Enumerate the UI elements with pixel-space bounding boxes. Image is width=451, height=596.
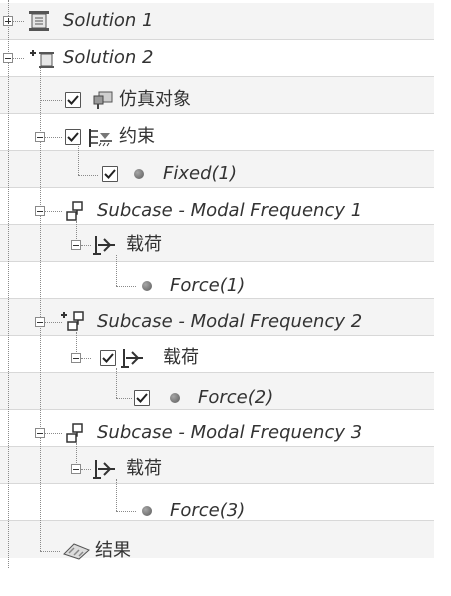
tree-connector-loads-1 <box>116 255 117 286</box>
tree-row-loads-3[interactable] <box>0 447 434 484</box>
tree-connector <box>81 245 91 246</box>
active-subcase-icon <box>61 311 84 331</box>
collapse-loads-2-toggle[interactable] <box>71 353 81 363</box>
active-solution-icon <box>30 50 54 68</box>
tree-connector <box>116 398 132 399</box>
collapse-subcase-3-toggle[interactable] <box>35 428 45 438</box>
tree-connector-loads-3 <box>116 479 117 511</box>
item-bullet-icon <box>170 393 180 403</box>
force-3-label: Force(3) <box>170 500 246 521</box>
load-container-icon <box>93 460 115 479</box>
item-bullet-icon <box>142 506 152 516</box>
subcase-2-label: Subcase - Modal Frequency 2 <box>97 311 363 332</box>
load-container-icon <box>121 349 143 368</box>
force-1-label: Force(1) <box>170 275 246 296</box>
solution-icon <box>29 11 49 31</box>
loads-1-label: 载荷 <box>126 234 162 255</box>
tree-connector-constraints <box>78 146 79 175</box>
collapse-subcase-2-toggle[interactable] <box>35 317 45 327</box>
tree-connector-loads-2 <box>116 368 117 398</box>
collapse-subcase-1-toggle[interactable] <box>35 206 45 216</box>
results-icon <box>63 543 90 560</box>
collapse-loads-3-toggle[interactable] <box>71 464 81 474</box>
tree-connector <box>45 433 62 434</box>
loads-2-label: 载荷 <box>163 347 199 368</box>
collapse-constraints-toggle[interactable] <box>35 132 45 142</box>
tree-connector <box>13 21 24 22</box>
loads-2-checkbox[interactable] <box>100 350 116 366</box>
subcase-3-label: Subcase - Modal Frequency 3 <box>97 422 363 443</box>
collapse-solution-2-toggle[interactable] <box>3 53 13 63</box>
item-bullet-icon <box>134 169 144 179</box>
collapse-loads-1-toggle[interactable] <box>71 240 81 250</box>
subcase-icon <box>66 201 83 221</box>
force-2-checkbox[interactable] <box>134 390 150 406</box>
expand-solution-1-toggle[interactable] <box>3 16 13 26</box>
tree-connector <box>45 137 62 138</box>
tree-connector <box>40 100 62 101</box>
tree-connector <box>81 358 91 359</box>
constraints-checkbox[interactable] <box>65 129 81 145</box>
tree-connector-root <box>8 0 9 568</box>
sim-object-checkbox[interactable] <box>65 92 81 108</box>
fixed-1-label: Fixed(1) <box>163 163 238 184</box>
subcase-1-label: Subcase - Modal Frequency 1 <box>97 200 363 221</box>
tree-connector <box>45 211 62 212</box>
force-2-label: Force(2) <box>198 387 274 408</box>
tree-connector <box>78 175 98 176</box>
tree-connector <box>13 58 24 59</box>
subcase-icon <box>66 423 83 443</box>
simulation-object-icon <box>93 91 113 109</box>
load-container-icon <box>93 236 115 255</box>
item-bullet-icon <box>142 281 152 291</box>
sim-object-label: 仿真对象 <box>119 89 191 110</box>
tree-connector <box>116 511 136 512</box>
tree-connector <box>81 469 91 470</box>
solution-1-label: Solution 1 <box>63 10 154 31</box>
tree-connector <box>40 551 60 552</box>
constraint-container-icon <box>89 129 112 147</box>
loads-3-label: 载荷 <box>126 458 162 479</box>
tree-row-loads-1[interactable] <box>0 225 434 262</box>
tree-connector <box>116 286 136 287</box>
results-label: 结果 <box>95 540 131 561</box>
fixed-1-checkbox[interactable] <box>102 166 118 182</box>
simulation-navigator-tree: Solution 1 Solution 2 仿真对象 约束 Fixed(1) S… <box>0 0 434 568</box>
solution-2-label: Solution 2 <box>63 47 154 68</box>
constraints-label: 约束 <box>119 126 155 147</box>
tree-row-loads-2[interactable] <box>0 336 434 373</box>
